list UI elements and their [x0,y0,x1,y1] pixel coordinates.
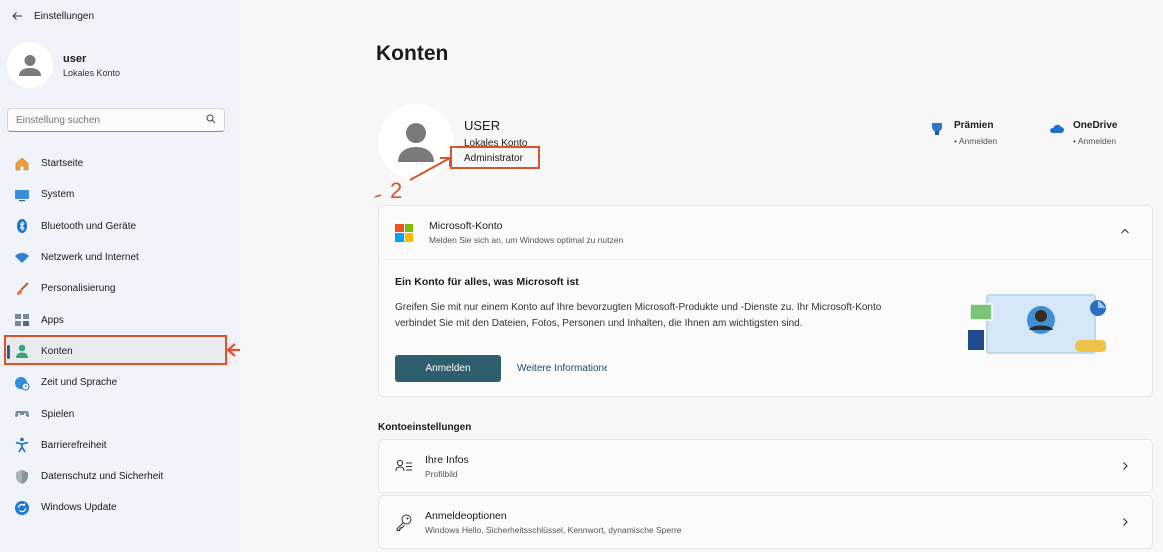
app-title: Einstellungen [34,10,95,22]
row-anmeldeoptionen[interactable]: Anmeldeoptionen Windows Hello, Sicherhei… [378,495,1153,549]
row-ihre-infos[interactable]: Ihre Infos Profilbild [378,439,1153,493]
page-title: Konten [376,42,449,65]
sidebar-item-startseite[interactable]: Startseite [5,148,231,179]
sign-in-button[interactable]: Anmelden [395,355,501,382]
key-icon [395,513,413,531]
shield-icon [13,468,31,486]
trophy-icon [928,120,946,138]
annotation-box-konten [4,335,227,365]
sidebar-item-personalisierung[interactable]: Personalisierung [5,273,231,304]
monitor-icon [13,186,31,204]
globe-clock-icon [13,374,31,392]
search-box[interactable] [7,108,225,132]
sidebar: Einstellungen user Lokales Konto Startse… [0,0,240,552]
person-avatar-icon [19,55,41,76]
sidebar-item-datenschutz[interactable]: Datenschutz und Sicherheit [5,461,231,492]
search-icon[interactable] [206,114,216,127]
annotation-arrow-2: 2 [374,157,451,202]
apps-icon [13,311,31,329]
sidebar-item-bluetooth[interactable]: Bluetooth und Geräte [5,211,231,242]
sidebar-item-apps[interactable]: Apps [5,304,231,335]
microsoft-account-card: Microsoft-Konto Melden Sie sich an, um W… [378,205,1153,397]
person-list-icon [395,457,413,475]
user-block[interactable]: user Lokales Konto [7,42,120,88]
sidebar-item-netzwerk[interactable]: Netzwerk und Internet [5,242,231,273]
microsoft-account-body: Ein Konto für alles, was Microsoft ist G… [379,260,1152,382]
profile-name: USER [464,118,501,133]
sidebar-item-spielen[interactable]: Spielen [5,398,231,429]
gamepad-icon [13,405,31,423]
bluetooth-icon [13,217,31,235]
sidebar-item-windows-update[interactable]: Windows Update [5,492,231,523]
home-icon [13,155,31,173]
title-bar: Einstellungen [0,0,240,32]
microsoft-account-header[interactable]: Microsoft-Konto Melden Sie sich an, um W… [379,206,1152,260]
more-info-link[interactable]: Weitere Informationen [517,363,607,374]
quick-onedrive[interactable]: OneDrive • Anmelden [1047,120,1117,146]
chevron-up-icon[interactable] [1120,226,1130,239]
microsoft-logo-icon [395,223,413,242]
cloud-icon [1047,120,1065,138]
annotation-marker-2: 2 [390,178,402,202]
brush-icon [13,280,31,298]
main-panel: Konten USER Lokales Konto Administrator … [240,0,1163,552]
sidebar-item-zeit-sprache[interactable]: Zeit und Sprache [5,367,231,398]
update-icon [13,499,31,517]
chevron-right-icon [1120,460,1130,474]
search-input[interactable] [16,114,206,126]
annotation-box-administrator [450,146,540,169]
avatar [7,42,53,88]
chevron-right-icon [1120,516,1130,530]
sidebar-item-system[interactable]: System [5,179,231,210]
account-illustration-icon [968,294,1106,354]
sidebar-item-barrierefreiheit[interactable]: Barrierefreiheit [5,430,231,461]
wifi-icon [13,249,31,267]
user-name: user [63,52,87,65]
section-label-account-settings: Kontoeinstellungen [378,422,472,433]
user-account-type: Lokales Konto [63,67,121,78]
quick-praemien[interactable]: Prämien • Anmelden [928,120,997,146]
back-button[interactable] [8,7,26,25]
accessibility-icon [13,436,31,454]
back-arrow-icon [12,12,22,20]
